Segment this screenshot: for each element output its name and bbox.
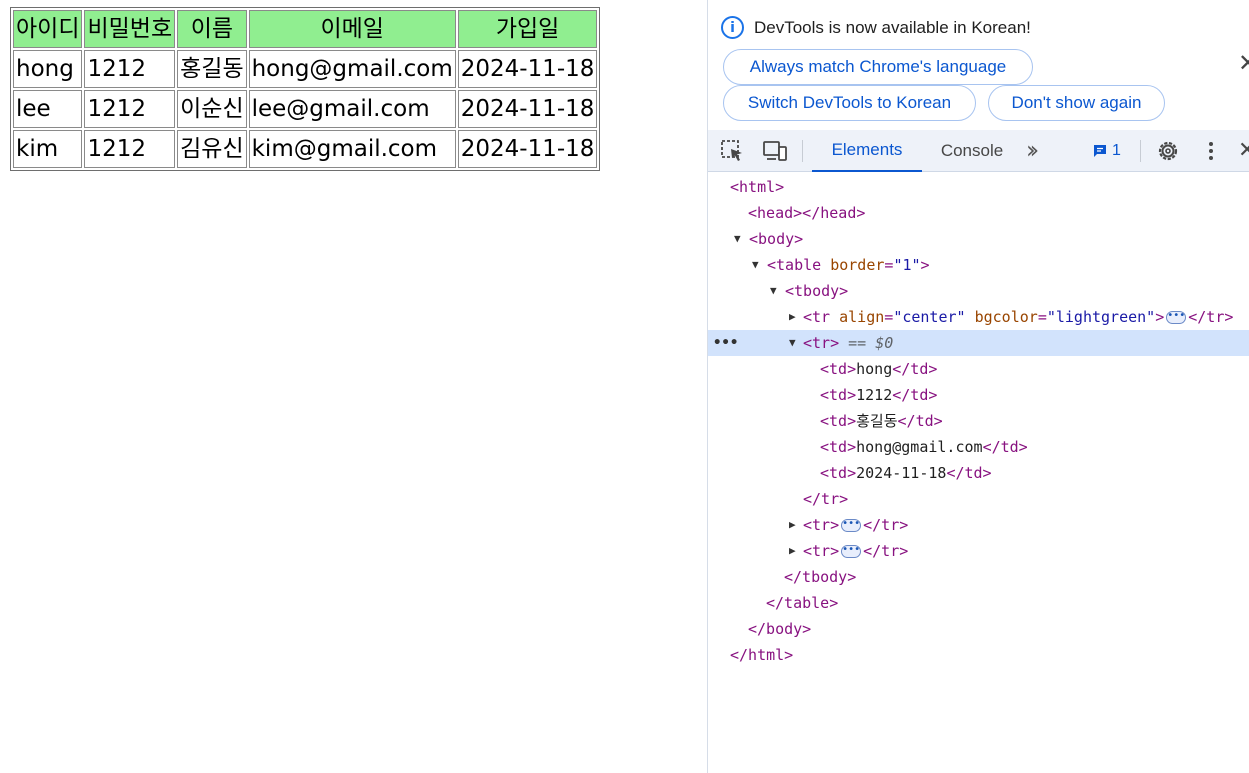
expand-triangle-icon[interactable]: ▼ bbox=[789, 330, 796, 356]
dom-node-body[interactable]: ▼ <body> bbox=[708, 226, 1249, 252]
node-actions-icon[interactable]: ••• bbox=[713, 330, 738, 356]
dom-node-tr-close[interactable]: </tr> bbox=[708, 486, 1249, 512]
header-cell-joined: 가입일 bbox=[457, 10, 598, 48]
expand-triangle-icon[interactable]: ▼ bbox=[734, 226, 741, 252]
members-table-body: 아이디 비밀번호 이름 이메일 가입일 hong 1212 홍길동 hong@g… bbox=[13, 10, 598, 168]
kebab-menu-icon[interactable] bbox=[1199, 139, 1225, 163]
attr-value: "1" bbox=[893, 256, 921, 274]
td-text: hong bbox=[856, 360, 893, 378]
dom-tree: <html> <head></head> ▼ <body> ▼ <table b… bbox=[708, 172, 1249, 773]
table-cell: 홍길동 bbox=[177, 50, 247, 88]
table-header-row: 아이디 비밀번호 이름 이메일 가입일 bbox=[13, 10, 598, 48]
dom-node-td[interactable]: <td>hong@gmail.com</td> bbox=[708, 434, 1249, 460]
dom-node-td[interactable]: <td>홍길동</td> bbox=[708, 408, 1249, 434]
header-cell-id: 아이디 bbox=[13, 10, 83, 48]
more-tabs-chevron-icon[interactable]: ›› bbox=[1026, 136, 1039, 164]
dom-node-tr[interactable]: ▶ <tr> ••• </tr> bbox=[708, 512, 1249, 538]
attr-value: "center" bbox=[893, 308, 966, 326]
table-cell: lee bbox=[13, 90, 83, 128]
table-cell: 이순신 bbox=[177, 90, 247, 128]
dom-node-table-close[interactable]: </table> bbox=[708, 590, 1249, 616]
infobar-message: DevTools is now available in Korean! bbox=[754, 18, 1031, 37]
always-match-language-button[interactable]: Always match Chrome's language bbox=[723, 49, 1033, 85]
expand-ellipsis-button[interactable]: ••• bbox=[841, 545, 862, 558]
expand-ellipsis-button[interactable]: ••• bbox=[841, 519, 862, 532]
page-viewport: 아이디 비밀번호 이름 이메일 가입일 hong 1212 홍길동 hong@g… bbox=[0, 0, 707, 773]
expand-ellipsis-button[interactable]: ••• bbox=[1166, 311, 1187, 324]
dom-node-td[interactable]: <td>hong</td> bbox=[708, 356, 1249, 382]
dont-show-again-button[interactable]: Don't show again bbox=[988, 85, 1165, 121]
table-cell: hong@gmail.com bbox=[248, 50, 456, 88]
collapse-triangle-icon[interactable]: ▶ bbox=[789, 304, 796, 330]
dom-node-html-close[interactable]: </html> bbox=[708, 642, 1249, 668]
header-cell-email: 이메일 bbox=[248, 10, 456, 48]
td-text: hong@gmail.com bbox=[856, 438, 983, 456]
table-cell: 김유신 bbox=[177, 130, 247, 168]
dom-node-head[interactable]: <head></head> bbox=[708, 200, 1249, 226]
switch-to-korean-button[interactable]: Switch DevTools to Korean bbox=[723, 85, 976, 121]
dom-node-tr-selected[interactable]: ••• ▼ <tr> == $0 bbox=[708, 330, 1249, 356]
table-row: hong 1212 홍길동 hong@gmail.com 2024-11-18 bbox=[13, 50, 598, 88]
table-cell: 2024-11-18 bbox=[457, 50, 598, 88]
collapse-triangle-icon[interactable]: ▶ bbox=[789, 538, 796, 564]
gear-icon[interactable] bbox=[1155, 139, 1181, 163]
table-cell: lee@gmail.com bbox=[248, 90, 456, 128]
dom-node-tr[interactable]: ▶ <tr> ••• </tr> bbox=[708, 538, 1249, 564]
tag-table: <table bbox=[767, 256, 822, 274]
attr-value: "lightgreen" bbox=[1046, 308, 1156, 326]
info-icon: i bbox=[721, 16, 744, 39]
toolbar-separator bbox=[1140, 140, 1141, 162]
close-devtools-icon[interactable]: ✕ bbox=[1238, 139, 1249, 163]
dom-node-tbody-close[interactable]: </tbody> bbox=[708, 564, 1249, 590]
attr-name: border bbox=[830, 256, 885, 274]
device-toolbar-icon[interactable] bbox=[762, 139, 788, 163]
close-icon[interactable]: ✕ bbox=[1238, 50, 1249, 76]
table-cell: kim bbox=[13, 130, 83, 168]
dom-node-body-close[interactable]: </body> bbox=[708, 616, 1249, 642]
table-cell: 2024-11-18 bbox=[457, 90, 598, 128]
table-cell: 1212 bbox=[84, 90, 176, 128]
inspect-element-icon[interactable] bbox=[720, 139, 746, 163]
issues-counter[interactable]: 1 bbox=[1092, 142, 1121, 160]
table-row: lee 1212 이순신 lee@gmail.com 2024-11-18 bbox=[13, 90, 598, 128]
td-text: 1212 bbox=[856, 386, 893, 404]
dom-node-tbody[interactable]: ▼ <tbody> bbox=[708, 278, 1249, 304]
tab-console[interactable]: Console bbox=[930, 130, 1014, 172]
devtools-panel: i DevTools is now available in Korean! A… bbox=[707, 0, 1249, 773]
dom-node-tr-header[interactable]: ▶ <tr align="center" bgcolor="lightgreen… bbox=[708, 304, 1249, 330]
collapse-triangle-icon[interactable]: ▶ bbox=[789, 512, 796, 538]
language-infobar: i DevTools is now available in Korean! A… bbox=[708, 0, 1249, 130]
selected-node-marker: == $0 bbox=[848, 334, 894, 352]
issues-count: 1 bbox=[1112, 142, 1121, 159]
dom-node-td[interactable]: <td>1212</td> bbox=[708, 382, 1249, 408]
expand-triangle-icon[interactable]: ▼ bbox=[770, 278, 777, 304]
dom-node-td[interactable]: <td>2024-11-18</td> bbox=[708, 460, 1249, 486]
message-icon bbox=[1094, 145, 1106, 157]
devtools-toolbar: Elements Console ›› 1 ✕ bbox=[708, 130, 1249, 172]
attr-name: align bbox=[839, 308, 885, 326]
toolbar-separator bbox=[802, 140, 803, 162]
attr-name: bgcolor bbox=[974, 308, 1038, 326]
table-cell: kim@gmail.com bbox=[248, 130, 456, 168]
td-text: 2024-11-18 bbox=[856, 464, 947, 482]
header-cell-password: 비밀번호 bbox=[84, 10, 176, 48]
dom-node-table[interactable]: ▼ <table border="1"> bbox=[708, 252, 1249, 278]
members-table: 아이디 비밀번호 이름 이메일 가입일 hong 1212 홍길동 hong@g… bbox=[10, 7, 601, 171]
dom-node-html[interactable]: <html> bbox=[708, 174, 1249, 200]
tab-elements[interactable]: Elements bbox=[812, 130, 922, 172]
table-cell: 1212 bbox=[84, 50, 176, 88]
table-cell: 1212 bbox=[84, 130, 176, 168]
table-row: kim 1212 김유신 kim@gmail.com 2024-11-18 bbox=[13, 130, 598, 168]
header-cell-name: 이름 bbox=[177, 10, 247, 48]
expand-triangle-icon[interactable]: ▼ bbox=[752, 252, 759, 278]
table-cell: hong bbox=[13, 50, 83, 88]
table-cell: 2024-11-18 bbox=[457, 130, 598, 168]
td-text: 홍길동 bbox=[856, 412, 898, 430]
